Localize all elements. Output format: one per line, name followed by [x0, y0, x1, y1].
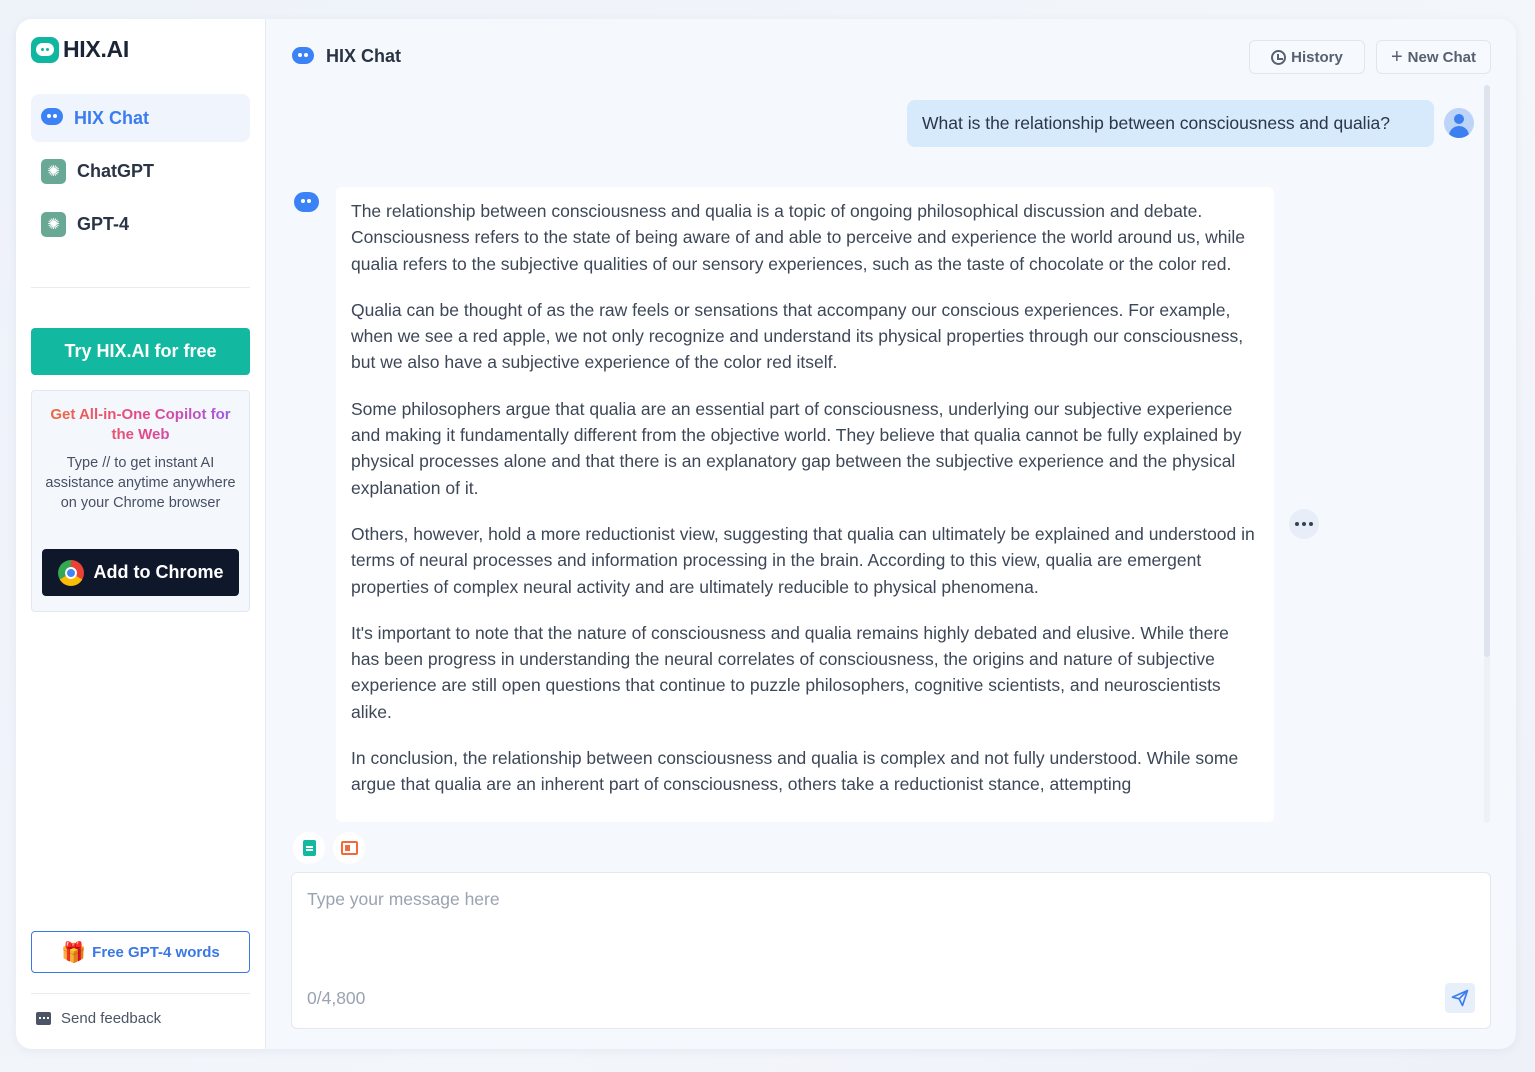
- sidebar-divider: [31, 287, 250, 288]
- sidebar-divider: [31, 993, 250, 994]
- more-dot: [1295, 522, 1299, 526]
- character-counter: 0/4,800: [307, 988, 366, 1008]
- sidebar-item-hix-chat[interactable]: HIX Chat: [31, 94, 250, 142]
- promo-text: Type // to get instant AI assistance any…: [45, 455, 236, 511]
- hix-logo-icon: [31, 36, 59, 63]
- chat-bubble-icon: [41, 108, 63, 128]
- history-icon: [1271, 49, 1287, 65]
- brand-logo[interactable]: HIX.AI: [31, 36, 129, 63]
- history-button[interactable]: History: [1249, 40, 1365, 74]
- new-chat-button[interactable]: + New Chat: [1376, 40, 1491, 74]
- message-input[interactable]: [307, 889, 1467, 969]
- user-avatar[interactable]: [1444, 108, 1474, 138]
- feedback-icon: [36, 1012, 51, 1025]
- sidebar-nav: HIX Chat ✺ ChatGPT ✺ GPT-4: [31, 94, 250, 253]
- history-label: History: [1291, 48, 1343, 66]
- more-dot: [1302, 522, 1306, 526]
- newspaper-icon: [340, 841, 358, 855]
- page-title-text: HIX Chat: [326, 46, 402, 66]
- openai-icon: ✺: [41, 211, 66, 237]
- chrome-icon: [57, 559, 84, 586]
- sidebar-item-chatgpt[interactable]: ✺ ChatGPT: [31, 147, 250, 195]
- more-dot: [1309, 522, 1313, 526]
- new-chat-label: New Chat: [1407, 48, 1477, 66]
- app-window: HIX.AI HIX Chat ✺ ChatGPT ✺ GPT-4 Try HI…: [16, 19, 1516, 1049]
- gift-icon: 🎁: [61, 941, 87, 964]
- message-composer: 0/4,800: [291, 872, 1491, 1029]
- sidebar-item-gpt4[interactable]: ✺ GPT-4: [31, 200, 250, 248]
- answer-paragraph: Qualia can be thought of as the raw feel…: [351, 299, 1244, 373]
- answer-paragraph: The relationship between consciousness a…: [351, 201, 1246, 274]
- add-to-chrome-button[interactable]: Add to Chrome: [42, 549, 239, 596]
- news-tool-button[interactable]: [333, 832, 365, 864]
- answer-paragraph: Others, however, hold a more reductionis…: [351, 523, 1255, 597]
- sidebar-item-label: HIX Chat: [74, 107, 150, 128]
- user-message: What is the relationship between conscio…: [907, 100, 1434, 147]
- brand-name: HIX.AI: [63, 36, 129, 62]
- send-button[interactable]: [1445, 983, 1475, 1013]
- chat-bubble-icon: [292, 46, 314, 67]
- promo-title: Get All-in-One Copilot for the Web: [42, 405, 239, 445]
- free-gpt4-words-button[interactable]: 🎁 Free GPT-4 words: [31, 931, 250, 973]
- openai-icon: ✺: [41, 158, 66, 184]
- message-more-options-button[interactable]: [1289, 509, 1319, 539]
- send-icon: [1451, 989, 1469, 1007]
- sidebar-item-label: ChatGPT: [77, 160, 155, 181]
- chat-main: HIX Chat History + New Chat What is the …: [266, 19, 1516, 1049]
- sidebar: HIX.AI HIX Chat ✺ ChatGPT ✺ GPT-4 Try HI…: [16, 19, 266, 1049]
- copilot-promo-card: Get All-in-One Copilot for the Web Type …: [31, 390, 250, 612]
- page-title: HIX Chat: [292, 46, 401, 67]
- send-feedback-label: Send feedback: [61, 1010, 162, 1027]
- plus-icon: +: [1390, 46, 1403, 68]
- free-gpt4-words-label: Free GPT-4 words: [92, 943, 220, 961]
- document-tool-button[interactable]: [293, 832, 325, 864]
- answer-paragraph: In conclusion, the relationship between …: [351, 748, 1239, 795]
- sidebar-item-label: GPT-4: [77, 213, 130, 234]
- answer-paragraph: Some philosophers argue that qualia are …: [351, 398, 1242, 498]
- assistant-message: The relationship between consciousness a…: [336, 187, 1274, 822]
- answer-paragraph: It's important to note that the nature o…: [351, 622, 1229, 722]
- send-feedback-link[interactable]: Send feedback: [36, 1010, 161, 1027]
- try-free-button[interactable]: Try HIX.AI for free: [31, 328, 250, 375]
- add-to-chrome-label: Add to Chrome: [93, 562, 224, 582]
- document-icon: [302, 840, 316, 856]
- chat-scrollbar-thumb[interactable]: [1484, 85, 1490, 657]
